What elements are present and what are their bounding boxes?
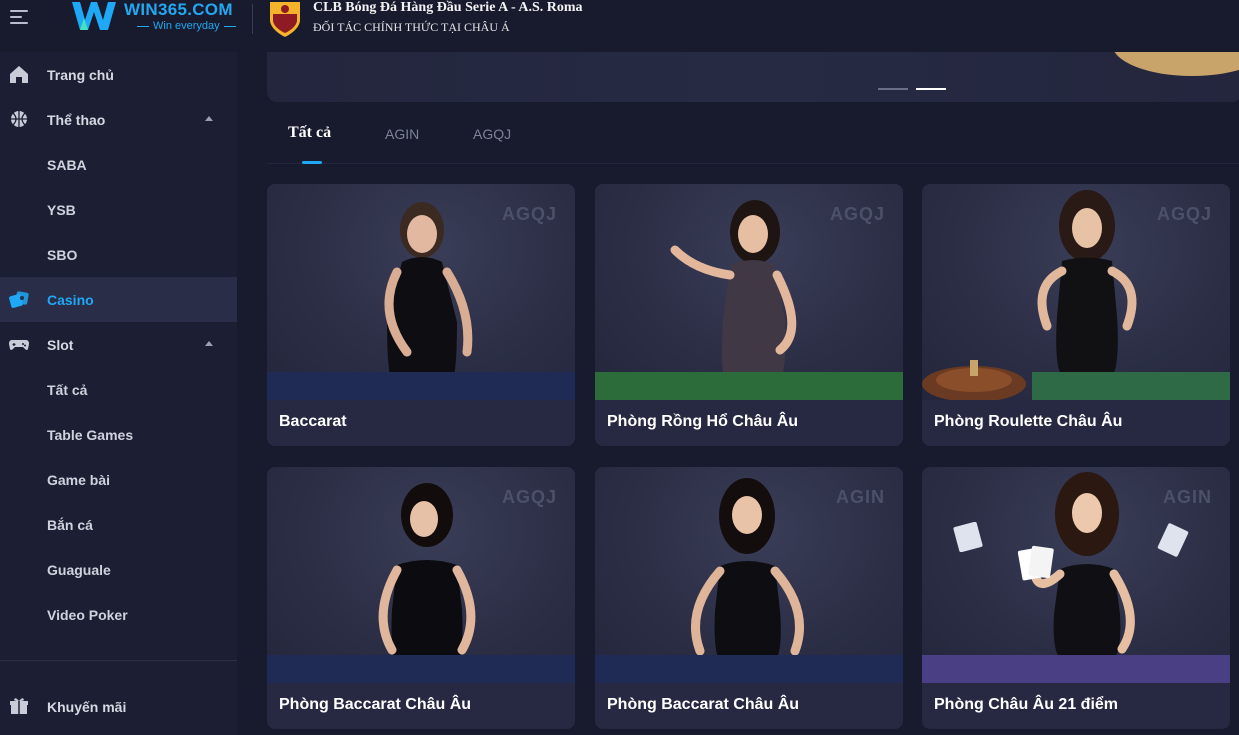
sidebar-item-guaguale[interactable]: Guaguale (0, 547, 237, 592)
sidebar-item-label: SBO (47, 246, 78, 263)
game-thumbnail: AGIN (595, 467, 903, 683)
sidebar-item-card-games[interactable]: Game bài (0, 457, 237, 502)
dealer-image (670, 200, 797, 380)
game-thumbnail: AGQJ (267, 467, 575, 683)
sidebar-divider (0, 660, 237, 661)
sidebar-item-sports[interactable]: Thể thao (0, 97, 237, 142)
carousel-dot[interactable] (878, 88, 908, 90)
sidebar-item-label: Table Games (47, 426, 134, 443)
game-title: Phòng Châu Âu 21 điểm (934, 696, 1119, 713)
tab-all[interactable]: Tất cả (288, 124, 331, 142)
provider-tabs: Tất cả AGIN AGQJ (267, 110, 1239, 164)
menu-icon[interactable] (10, 8, 32, 26)
sidebar-item-all[interactable]: Tất cả (0, 367, 237, 412)
table-felt (595, 655, 903, 683)
sidebar-item-label: Thể thao (47, 111, 106, 128)
sidebar-item-slot[interactable]: Slot (0, 322, 237, 367)
sidebar-item-label: Guaguale (47, 561, 111, 578)
provider-watermark: AGQJ (501, 487, 557, 507)
gift-icon (10, 698, 28, 714)
sidebar-item-label: YSB (47, 201, 76, 218)
dealer-image (1017, 472, 1135, 659)
game-card[interactable]: AGQJ Phòng Rồng Hổ Châu Âu (595, 184, 903, 446)
dealer-image (1037, 190, 1137, 376)
sidebar-item-casino[interactable]: Casino (0, 277, 237, 322)
chevron-up-icon[interactable] (205, 116, 213, 121)
playing-card-icon (953, 522, 983, 552)
sidebar-item-label: Bắn cá (47, 516, 93, 533)
partner-title: CLB Bóng Đá Hàng Đầu Serie A - A.S. Roma (313, 0, 583, 15)
sidebar-item-label: Khuyến mãi (47, 698, 127, 715)
banner-carousel[interactable] (267, 52, 1239, 102)
sidebar-item-table-games[interactable]: Table Games (0, 412, 237, 457)
sidebar-item-fishing[interactable]: Bắn cá (0, 502, 237, 547)
main-content: Tất cả AGIN AGQJ AGQJ Baccarat AGQJ Phòn… (237, 52, 1239, 735)
sidebar-item-label: Video Poker (47, 606, 128, 623)
dealer-image (378, 483, 476, 665)
table-felt (1032, 372, 1230, 400)
game-card[interactable]: AGQJ Phòng Baccarat Châu Âu (267, 467, 575, 729)
sidebar-item-label: SABA (47, 156, 87, 173)
game-thumbnail: AGQJ (267, 184, 575, 400)
game-thumbnail: AGQJ (922, 184, 1230, 400)
sidebar-item-ysb[interactable]: YSB (0, 187, 237, 232)
partner-subtitle: ĐỐI TÁC CHÍNH THỨC TẠI CHÂU Á (313, 20, 510, 34)
sidebar-item-saba[interactable]: SABA (0, 142, 237, 187)
sidebar-item-video-poker[interactable]: Video Poker (0, 592, 237, 637)
top-header: WIN365.COM Win everyday CLB Bóng Đá Hàng… (0, 0, 1239, 52)
provider-watermark: AGQJ (501, 204, 557, 224)
chevron-up-icon[interactable] (205, 341, 213, 346)
playing-card-icon (1157, 523, 1189, 557)
roulette-wheel-image (922, 360, 1026, 400)
sidebar-item-sbo[interactable]: SBO (0, 232, 237, 277)
header-divider (252, 4, 253, 34)
game-thumbnail: AGQJ (595, 184, 903, 400)
sidebar-item-label: Tất cả (47, 381, 88, 398)
dealer-image (691, 478, 804, 661)
provider-watermark: AGIN (836, 487, 885, 507)
sidebar-item-label: Game bài (47, 471, 111, 488)
home-icon (10, 66, 28, 83)
game-title: Baccarat (279, 413, 347, 430)
game-card[interactable]: AGIN Phòng Châu Âu 21 điểm (922, 467, 1230, 729)
game-thumbnail: AGIN (922, 467, 1230, 683)
game-card[interactable]: AGQJ Baccarat (267, 184, 575, 446)
sidebar-item-label: Casino (47, 291, 94, 308)
sidebar-item-label: Trang chủ (47, 66, 114, 83)
table-felt (922, 655, 1230, 683)
gamepad-icon (9, 340, 29, 350)
game-title: Phòng Rồng Hổ Châu Âu (607, 413, 799, 430)
logo-text[interactable]: WIN365.COM (124, 0, 233, 20)
sidebar-item-promotions[interactable]: Khuyến mãi (0, 684, 237, 729)
roma-crest-icon (270, 2, 300, 37)
logo-tagline: Win everyday (133, 20, 240, 32)
table-felt (595, 372, 903, 400)
sidebar: Trang chủ Thể thao SABA YSB SBO Casino S… (0, 52, 237, 735)
dealer-image (384, 202, 473, 382)
banner-decoration (1112, 52, 1239, 76)
tab-agqj[interactable]: AGQJ (473, 126, 511, 142)
game-title: Phòng Roulette Châu Âu (934, 413, 1123, 430)
active-tab-indicator (302, 161, 322, 164)
table-felt (267, 655, 575, 683)
sidebar-item-home[interactable]: Trang chủ (0, 52, 237, 97)
sidebar-item-label: Slot (47, 336, 74, 353)
game-title: Phòng Baccarat Châu Âu (607, 696, 800, 713)
tab-agin[interactable]: AGIN (385, 126, 419, 142)
game-card[interactable]: AGQJ Phòng Roulette Châu Âu (922, 184, 1230, 446)
basketball-icon (11, 111, 27, 127)
provider-watermark: AGQJ (829, 204, 885, 224)
game-card[interactable]: AGIN Phòng Baccarat Châu Âu (595, 467, 903, 729)
table-felt (267, 372, 575, 400)
cards-icon (9, 291, 29, 308)
logo-icon[interactable] (70, 0, 118, 34)
carousel-dot-active[interactable] (916, 88, 946, 90)
game-title: Phòng Baccarat Châu Âu (279, 696, 472, 713)
